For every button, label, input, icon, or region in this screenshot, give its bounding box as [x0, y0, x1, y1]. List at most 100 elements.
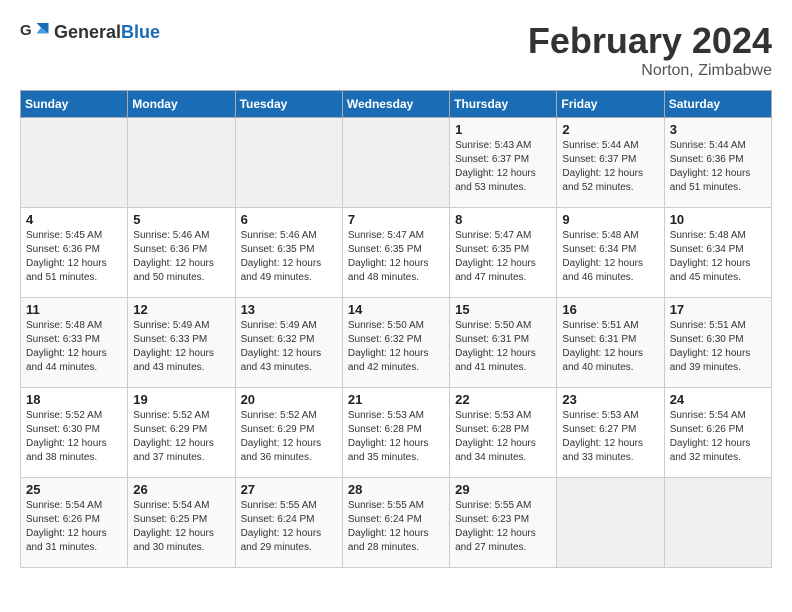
calendar-cell	[342, 118, 449, 208]
calendar-cell: 6 Sunrise: 5:46 AM Sunset: 6:35 PM Daylig…	[235, 208, 342, 298]
week-row-4: 18 Sunrise: 5:52 AM Sunset: 6:30 PM Dayli…	[21, 388, 772, 478]
day-info: Sunrise: 5:48 AM Sunset: 6:34 PM Dayligh…	[670, 229, 766, 285]
calendar-cell: 23Sunrise: 5:53 AM Sunset: 6:27 PM Dayli…	[557, 388, 664, 478]
day-info: Sunrise: 5:48 AM Sunset: 6:34 PM Dayligh…	[562, 229, 658, 285]
calendar-cell: 7 Sunrise: 5:47 AM Sunset: 6:35 PM Daylig…	[342, 208, 449, 298]
calendar-cell: 18 Sunrise: 5:52 AM Sunset: 6:30 PM Dayli…	[21, 388, 128, 478]
calendar-cell: 12 Sunrise: 5:49 AM Sunset: 6:33 PM Dayli…	[128, 298, 235, 388]
calendar-cell: 27 Sunrise: 5:55 AM Sunset: 6:24 PM Dayli…	[235, 478, 342, 568]
day-info: Sunrise: 5:53 AM Sunset: 6:28 PM Dayligh…	[348, 409, 444, 465]
day-number: 14	[348, 302, 444, 317]
header-tuesday: Tuesday	[235, 91, 342, 118]
day-info: Sunrise: 5:52 AM Sunset: 6:30 PM Dayligh…	[26, 409, 122, 465]
day-info: Sunrise: 5:46 AM Sunset: 6:36 PM Dayligh…	[133, 229, 229, 285]
day-number: 27	[241, 482, 337, 497]
header-thursday: Thursday	[450, 91, 557, 118]
day-number: 7	[348, 212, 444, 227]
day-number: 19	[133, 392, 229, 407]
day-number: 4	[26, 212, 122, 227]
week-row-2: 4 Sunrise: 5:45 AM Sunset: 6:36 PM Daylig…	[21, 208, 772, 298]
header-sunday: Sunday	[21, 91, 128, 118]
day-number: 24	[670, 392, 766, 407]
calendar-cell: 21 Sunrise: 5:53 AM Sunset: 6:28 PM Dayli…	[342, 388, 449, 478]
day-number: 29	[455, 482, 551, 497]
calendar-cell: 1 Sunrise: 5:43 AM Sunset: 6:37 PM Daylig…	[450, 118, 557, 208]
day-info: Sunrise: 5:48 AM Sunset: 6:33 PM Dayligh…	[26, 319, 122, 375]
week-row-1: 1 Sunrise: 5:43 AM Sunset: 6:37 PM Daylig…	[21, 118, 772, 208]
day-number: 12	[133, 302, 229, 317]
day-info: Sunrise: 5:54 AM Sunset: 6:26 PM Dayligh…	[670, 409, 766, 465]
calendar-cell	[235, 118, 342, 208]
day-info: Sunrise: 5:55 AM Sunset: 6:23 PM Dayligh…	[455, 499, 551, 555]
week-row-3: 11 Sunrise: 5:48 AM Sunset: 6:33 PM Dayli…	[21, 298, 772, 388]
day-number: 16	[562, 302, 658, 317]
day-number: 23	[562, 392, 658, 407]
day-number: 15	[455, 302, 551, 317]
calendar-cell: 3 Sunrise: 5:44 AM Sunset: 6:36 PM Daylig…	[664, 118, 771, 208]
day-number: 11	[26, 302, 122, 317]
calendar-cell: 10 Sunrise: 5:48 AM Sunset: 6:34 PM Dayli…	[664, 208, 771, 298]
day-number: 13	[241, 302, 337, 317]
calendar-cell: 2Sunrise: 5:44 AM Sunset: 6:37 PM Daylig…	[557, 118, 664, 208]
location-title: Norton, Zimbabwe	[528, 62, 772, 80]
day-info: Sunrise: 5:52 AM Sunset: 6:29 PM Dayligh…	[241, 409, 337, 465]
calendar-cell: 11 Sunrise: 5:48 AM Sunset: 6:33 PM Dayli…	[21, 298, 128, 388]
day-info: Sunrise: 5:55 AM Sunset: 6:24 PM Dayligh…	[241, 499, 337, 555]
svg-text:G: G	[20, 22, 32, 39]
header-saturday: Saturday	[664, 91, 771, 118]
day-info: Sunrise: 5:44 AM Sunset: 6:36 PM Dayligh…	[670, 139, 766, 195]
day-number: 26	[133, 482, 229, 497]
title-area: February 2024 Norton, Zimbabwe	[528, 20, 772, 80]
calendar-cell: 15 Sunrise: 5:50 AM Sunset: 6:31 PM Dayli…	[450, 298, 557, 388]
day-number: 2	[562, 122, 658, 137]
day-number: 1	[455, 122, 551, 137]
day-info: Sunrise: 5:55 AM Sunset: 6:24 PM Dayligh…	[348, 499, 444, 555]
day-info: Sunrise: 5:54 AM Sunset: 6:25 PM Dayligh…	[133, 499, 229, 555]
day-number: 17	[670, 302, 766, 317]
header-wednesday: Wednesday	[342, 91, 449, 118]
calendar-cell: 16Sunrise: 5:51 AM Sunset: 6:31 PM Dayli…	[557, 298, 664, 388]
logo: G GeneralBlue	[20, 20, 160, 44]
calendar-cell: 28Sunrise: 5:55 AM Sunset: 6:24 PM Dayli…	[342, 478, 449, 568]
calendar-cell: 13Sunrise: 5:49 AM Sunset: 6:32 PM Dayli…	[235, 298, 342, 388]
header: G GeneralBlue February 2024 Norton, Zimb…	[20, 20, 772, 80]
day-info: Sunrise: 5:47 AM Sunset: 6:35 PM Dayligh…	[348, 229, 444, 285]
calendar-cell: 9Sunrise: 5:48 AM Sunset: 6:34 PM Daylig…	[557, 208, 664, 298]
day-info: Sunrise: 5:45 AM Sunset: 6:36 PM Dayligh…	[26, 229, 122, 285]
day-info: Sunrise: 5:50 AM Sunset: 6:31 PM Dayligh…	[455, 319, 551, 375]
header-friday: Friday	[557, 91, 664, 118]
day-info: Sunrise: 5:46 AM Sunset: 6:35 PM Dayligh…	[241, 229, 337, 285]
day-info: Sunrise: 5:47 AM Sunset: 6:35 PM Dayligh…	[455, 229, 551, 285]
calendar-cell	[128, 118, 235, 208]
day-number: 22	[455, 392, 551, 407]
calendar-cell: 20 Sunrise: 5:52 AM Sunset: 6:29 PM Dayli…	[235, 388, 342, 478]
header-monday: Monday	[128, 91, 235, 118]
day-number: 3	[670, 122, 766, 137]
calendar-cell: 24 Sunrise: 5:54 AM Sunset: 6:26 PM Dayli…	[664, 388, 771, 478]
day-number: 20	[241, 392, 337, 407]
calendar-cell: 14 Sunrise: 5:50 AM Sunset: 6:32 PM Dayli…	[342, 298, 449, 388]
calendar-header-row: SundayMondayTuesdayWednesdayThursdayFrid…	[21, 91, 772, 118]
calendar-cell	[557, 478, 664, 568]
calendar-table: SundayMondayTuesdayWednesdayThursdayFrid…	[20, 90, 772, 568]
day-number: 6	[241, 212, 337, 227]
day-info: Sunrise: 5:51 AM Sunset: 6:30 PM Dayligh…	[670, 319, 766, 375]
calendar-cell: 26 Sunrise: 5:54 AM Sunset: 6:25 PM Dayli…	[128, 478, 235, 568]
day-number: 25	[26, 482, 122, 497]
day-number: 10	[670, 212, 766, 227]
calendar-cell: 25Sunrise: 5:54 AM Sunset: 6:26 PM Dayli…	[21, 478, 128, 568]
day-info: Sunrise: 5:43 AM Sunset: 6:37 PM Dayligh…	[455, 139, 551, 195]
calendar-cell: 19 Sunrise: 5:52 AM Sunset: 6:29 PM Dayli…	[128, 388, 235, 478]
day-info: Sunrise: 5:52 AM Sunset: 6:29 PM Dayligh…	[133, 409, 229, 465]
day-info: Sunrise: 5:53 AM Sunset: 6:28 PM Dayligh…	[455, 409, 551, 465]
calendar-cell: 17 Sunrise: 5:51 AM Sunset: 6:30 PM Dayli…	[664, 298, 771, 388]
logo-blue: Blue	[121, 22, 160, 42]
day-info: Sunrise: 5:49 AM Sunset: 6:33 PM Dayligh…	[133, 319, 229, 375]
week-row-5: 25Sunrise: 5:54 AM Sunset: 6:26 PM Dayli…	[21, 478, 772, 568]
day-number: 21	[348, 392, 444, 407]
month-title: February 2024	[528, 20, 772, 62]
calendar-cell: 4 Sunrise: 5:45 AM Sunset: 6:36 PM Daylig…	[21, 208, 128, 298]
day-info: Sunrise: 5:50 AM Sunset: 6:32 PM Dayligh…	[348, 319, 444, 375]
calendar-cell: 22 Sunrise: 5:53 AM Sunset: 6:28 PM Dayli…	[450, 388, 557, 478]
day-number: 18	[26, 392, 122, 407]
